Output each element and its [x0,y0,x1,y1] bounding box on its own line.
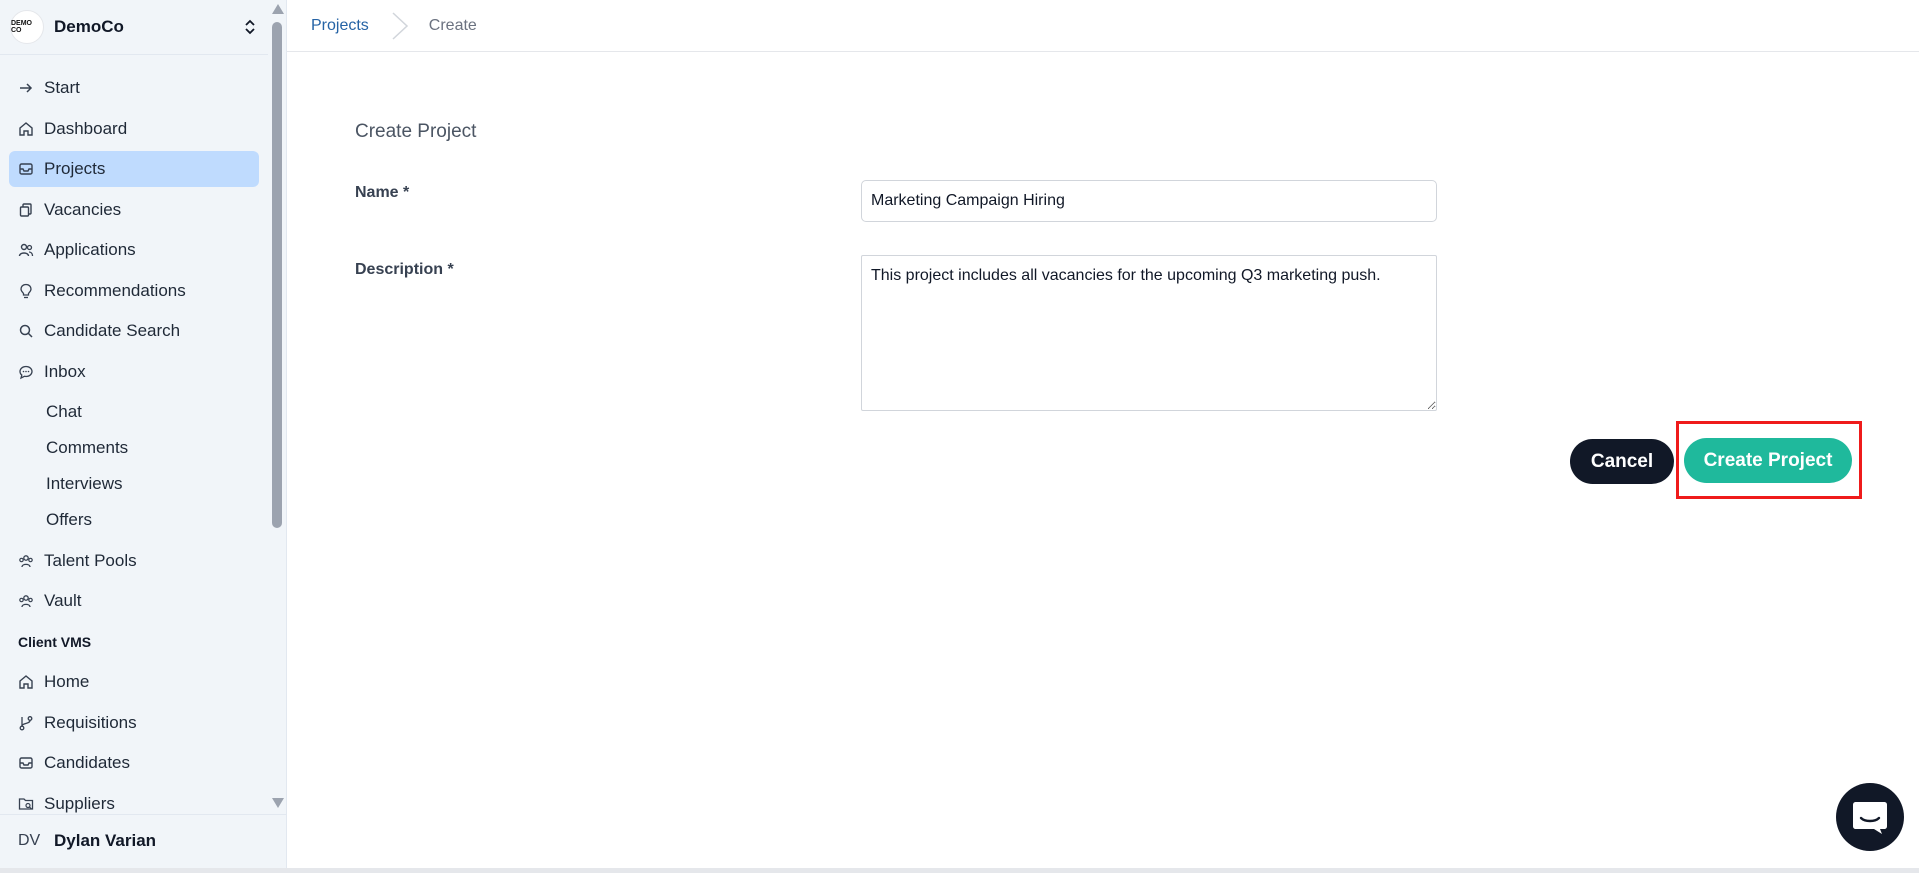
group-icon [18,553,34,569]
search-icon [18,323,34,339]
sidebar-item-label: Applications [44,240,136,259]
sidebar-item-label: Chat [46,402,82,421]
sidebar-item-label: Requisitions [44,712,137,732]
user-menu[interactable]: DV Dylan Varian [0,814,287,866]
sidebar-item-candidate-search[interactable]: Candidate Search [9,313,259,349]
sidebar-item-label: Home [44,672,90,691]
breadcrumb-projects-link[interactable]: Projects [311,17,369,35]
sidebar-nav: Start Dashboard Projects Vacancies Appli… [0,70,268,826]
inbox-tray-icon [18,755,34,771]
sidebar-item-vacancies[interactable]: Vacancies [9,192,259,228]
sidebar-item-dashboard[interactable]: Dashboard [9,111,259,147]
inbox-tray-icon [18,161,34,177]
sidebar-scrollbar[interactable] [268,0,286,812]
sidebar-item-label: Candidate Search [44,321,181,340]
group-icon [18,593,34,609]
chat-bubble-icon [1853,802,1887,834]
project-name-input[interactable] [861,180,1437,222]
breadcrumb-current: Create [428,16,477,34]
create-project-button[interactable]: Create Project [1684,438,1852,483]
org-switcher[interactable]: DEMO CO DemoCo [0,0,268,54]
sidebar-item-label: Projects [44,159,106,178]
user-name: Dylan Varian [54,830,157,850]
description-label: Description * [355,261,454,278]
copy-icon [18,202,34,218]
scrollbar-thumb[interactable] [272,22,282,528]
folder-search-icon [18,796,34,812]
sidebar-item-vault[interactable]: Vault [9,583,259,619]
cancel-button[interactable]: Cancel [1570,439,1674,484]
scroll-down-arrow-icon[interactable] [272,798,284,808]
sidebar-item-label: Comments [46,438,129,457]
sidebar-subitem-interviews[interactable]: Interviews [9,466,259,502]
sidebar-item-label: Vacancies [44,199,122,219]
page-title: Create Project [355,121,477,142]
org-logo: DEMO CO [10,10,44,44]
sidebar-item-label: Inbox [44,361,86,381]
sidebar-item-inbox[interactable]: Inbox [9,354,259,390]
sidebar-item-applications[interactable]: Applications [9,232,259,268]
git-branch-icon [18,715,34,731]
home-icon [18,674,34,690]
users-icon [18,242,34,258]
chevron-right-icon [392,11,408,40]
sidebar-item-label: Vault [44,591,82,610]
app-root: DEMO CO DemoCo Start Dashboard Projects [0,0,1919,873]
arrow-right-icon [18,80,34,96]
name-label: Name * [355,184,410,201]
sidebar-subitem-chat[interactable]: Chat [9,394,259,430]
sidebar-item-projects[interactable]: Projects [9,151,259,187]
divider [0,54,268,55]
window-bottom-border [0,868,1919,873]
sidebar-item-label: Offers [46,510,92,529]
sidebar-item-label: Talent Pools [44,550,137,570]
sidebar-item-label: Candidates [44,753,131,772]
sidebar-item-home[interactable]: Home [9,664,259,700]
sidebar: DEMO CO DemoCo Start Dashboard Projects [0,0,287,873]
sidebar-section-client-vms: Client VMS [18,633,92,650]
breadcrumb: Projects Create [287,0,1919,52]
org-name: DemoCo [54,17,124,36]
sidebar-item-recommendations[interactable]: Recommendations [9,273,259,309]
lightbulb-icon [18,283,34,299]
project-description-input[interactable]: This project includes all vacancies for … [861,255,1437,411]
scroll-up-arrow-icon[interactable] [272,4,284,14]
chat-widget-button[interactable] [1836,783,1904,851]
sidebar-item-label: Start [44,78,80,97]
home-icon [18,121,34,137]
sidebar-item-start[interactable]: Start [9,70,259,106]
sidebar-item-talent-pools[interactable]: Talent Pools [9,543,259,579]
chevron-up-down-icon[interactable] [242,17,258,37]
avatar: DV [18,831,41,849]
chat-bubble-icon [18,364,34,380]
sidebar-item-candidates[interactable]: Candidates [9,745,259,781]
sidebar-item-requisitions[interactable]: Requisitions [9,705,259,741]
sidebar-subitem-offers[interactable]: Offers [9,502,259,538]
sidebar-item-label: Interviews [46,474,123,493]
sidebar-item-label: Recommendations [44,280,186,300]
sidebar-item-label: Dashboard [44,118,128,138]
sidebar-item-label: Suppliers [44,793,115,813]
sidebar-subitem-comments[interactable]: Comments [9,430,259,466]
